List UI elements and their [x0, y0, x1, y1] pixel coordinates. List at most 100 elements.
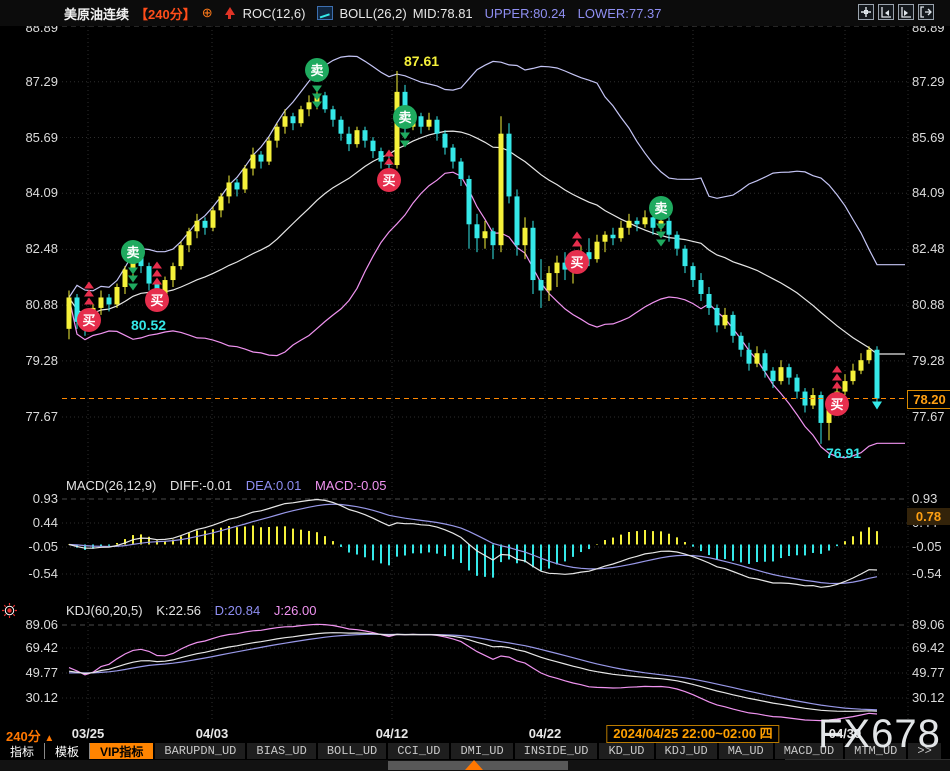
- macd-histogram-bar: [716, 545, 718, 559]
- candle-body: [651, 217, 656, 227]
- sell-signal-triangle-icon: [128, 268, 138, 275]
- macd-histogram-bar: [252, 526, 254, 545]
- indicator-button[interactable]: BARUPDN_UD: [155, 743, 245, 759]
- macd-histogram-bar: [260, 527, 262, 544]
- buy-signal-triangle-icon: [572, 232, 582, 239]
- sell-signal-triangle-icon: [312, 102, 322, 109]
- macd-diff-value: DIFF:-0.01: [170, 478, 232, 493]
- indicator-button[interactable]: CCI_UD: [388, 743, 449, 759]
- macd-histogram-bar: [612, 538, 614, 545]
- kdj-axis-tick: 49.77: [912, 666, 950, 680]
- kdj-axis-tick: 30.12: [912, 691, 950, 705]
- macd-highlight-box: 0.78: [907, 508, 950, 525]
- macd-histogram-bar: [300, 530, 302, 545]
- indicator-button[interactable]: INSIDE_UD: [515, 743, 598, 759]
- indicator-button[interactable]: DMI_UD: [451, 743, 512, 759]
- candle-body: [811, 395, 816, 405]
- macd-axis-tick: -0.54: [912, 567, 950, 581]
- candle-body: [363, 130, 368, 140]
- candle-body: [627, 221, 632, 228]
- macd-dea-line: [69, 504, 877, 583]
- candle-body: [723, 315, 728, 325]
- macd-axis-tick: 0.93: [912, 492, 950, 506]
- macd-histogram-bar: [412, 545, 414, 554]
- macd-histogram-bar: [444, 545, 446, 557]
- toolbar-tab[interactable]: 模板: [45, 743, 90, 759]
- candle-body: [643, 217, 648, 224]
- candle-body: [395, 92, 400, 165]
- macd-histogram-bar: [756, 545, 758, 563]
- candle-body: [283, 116, 288, 126]
- fx678-watermark: FX678: [818, 712, 941, 757]
- candle-body: [859, 360, 864, 370]
- toolbar-tab[interactable]: 指标: [0, 743, 45, 759]
- candle-body: [691, 266, 696, 280]
- candle-body: [867, 350, 872, 360]
- candle-body: [619, 228, 624, 238]
- candle-body: [203, 221, 208, 228]
- macd-histogram-bar: [836, 545, 838, 547]
- chart-scrollbar[interactable]: [0, 760, 950, 771]
- sell-signal-label: 卖: [310, 63, 323, 78]
- candle-body: [507, 134, 512, 197]
- indicator-button[interactable]: MA_UD: [719, 743, 773, 759]
- macd-histogram-bar: [620, 535, 622, 545]
- macd-histogram-bar: [596, 544, 598, 545]
- candle-body: [107, 297, 112, 304]
- period-label: 【240分】: [135, 4, 196, 23]
- shift-axis-right-icon[interactable]: [898, 4, 914, 20]
- macd-label: MACD(26,12,9): [66, 478, 156, 493]
- chart-tools: [858, 4, 934, 20]
- boll-upper-line: [69, 56, 905, 297]
- boll-chart-icon[interactable]: [317, 6, 333, 20]
- buy-signal-triangle-icon: [84, 282, 94, 289]
- macd-histogram-bar: [788, 545, 790, 556]
- candle-body: [355, 130, 360, 144]
- candle-body: [515, 196, 520, 245]
- candle-body: [211, 210, 216, 227]
- toolbar-tab-active[interactable]: VIP指标: [90, 743, 153, 759]
- macd-histogram-bar: [652, 531, 654, 544]
- macd-histogram-bar: [116, 543, 118, 545]
- crosshair-icon[interactable]: [858, 4, 874, 20]
- macd-histogram-bar: [476, 545, 478, 576]
- candle-body: [451, 148, 456, 162]
- macd-histogram-bar: [516, 545, 518, 564]
- indicator-button[interactable]: BIAS_UD: [247, 743, 315, 759]
- macd-histogram-bar: [828, 545, 830, 551]
- candle-body: [707, 294, 712, 308]
- candle-body: [819, 395, 824, 423]
- indicator-button[interactable]: KDJ_UD: [656, 743, 717, 759]
- macd-histogram-bar: [868, 527, 870, 544]
- price-axis-tick: 84.09: [0, 186, 58, 200]
- candle-body: [291, 116, 296, 123]
- shift-axis-left-icon[interactable]: [878, 4, 894, 20]
- boll-mid-line: [69, 131, 905, 354]
- boll-lower-value: LOWER:77.37: [578, 6, 662, 21]
- boll-lower-line: [69, 172, 905, 458]
- macd-axis-tick: -0.05: [0, 540, 58, 554]
- macd-histogram-bar: [436, 545, 438, 554]
- candle-body: [787, 367, 792, 377]
- indicator-button[interactable]: BOLL_UD: [318, 743, 386, 759]
- macd-caption: MACD(26,12,9) DIFF:-0.01 DEA:0.01 MACD:-…: [66, 478, 387, 493]
- boll-upper-value: UPPER:80.24: [485, 6, 566, 21]
- macd-histogram-bar: [700, 545, 702, 552]
- kdj-axis-tick: 69.42: [912, 641, 950, 655]
- kdj-caption: KDJ(60,20,5) K:22.56 D:20.84 J:26.00: [66, 603, 317, 618]
- macd-histogram-bar: [492, 545, 494, 578]
- macd-histogram-bar: [636, 531, 638, 544]
- alert-icon[interactable]: [2, 603, 17, 623]
- macd-histogram-bar: [388, 545, 390, 566]
- macd-histogram-bar: [724, 545, 726, 560]
- buy-signal-label: 买: [382, 173, 395, 188]
- macd-histogram-bar: [396, 545, 398, 557]
- macd-histogram-bar: [548, 545, 550, 569]
- indicator-button[interactable]: KD_UD: [599, 743, 653, 759]
- candle-body: [371, 141, 376, 151]
- add-indicator-icon[interactable]: ⊕: [202, 5, 213, 21]
- restore-view-icon[interactable]: [918, 4, 934, 20]
- scrollbar-handle-icon[interactable]: [465, 760, 483, 770]
- macd-histogram-bar: [196, 530, 198, 544]
- macd-histogram-bar: [676, 537, 678, 544]
